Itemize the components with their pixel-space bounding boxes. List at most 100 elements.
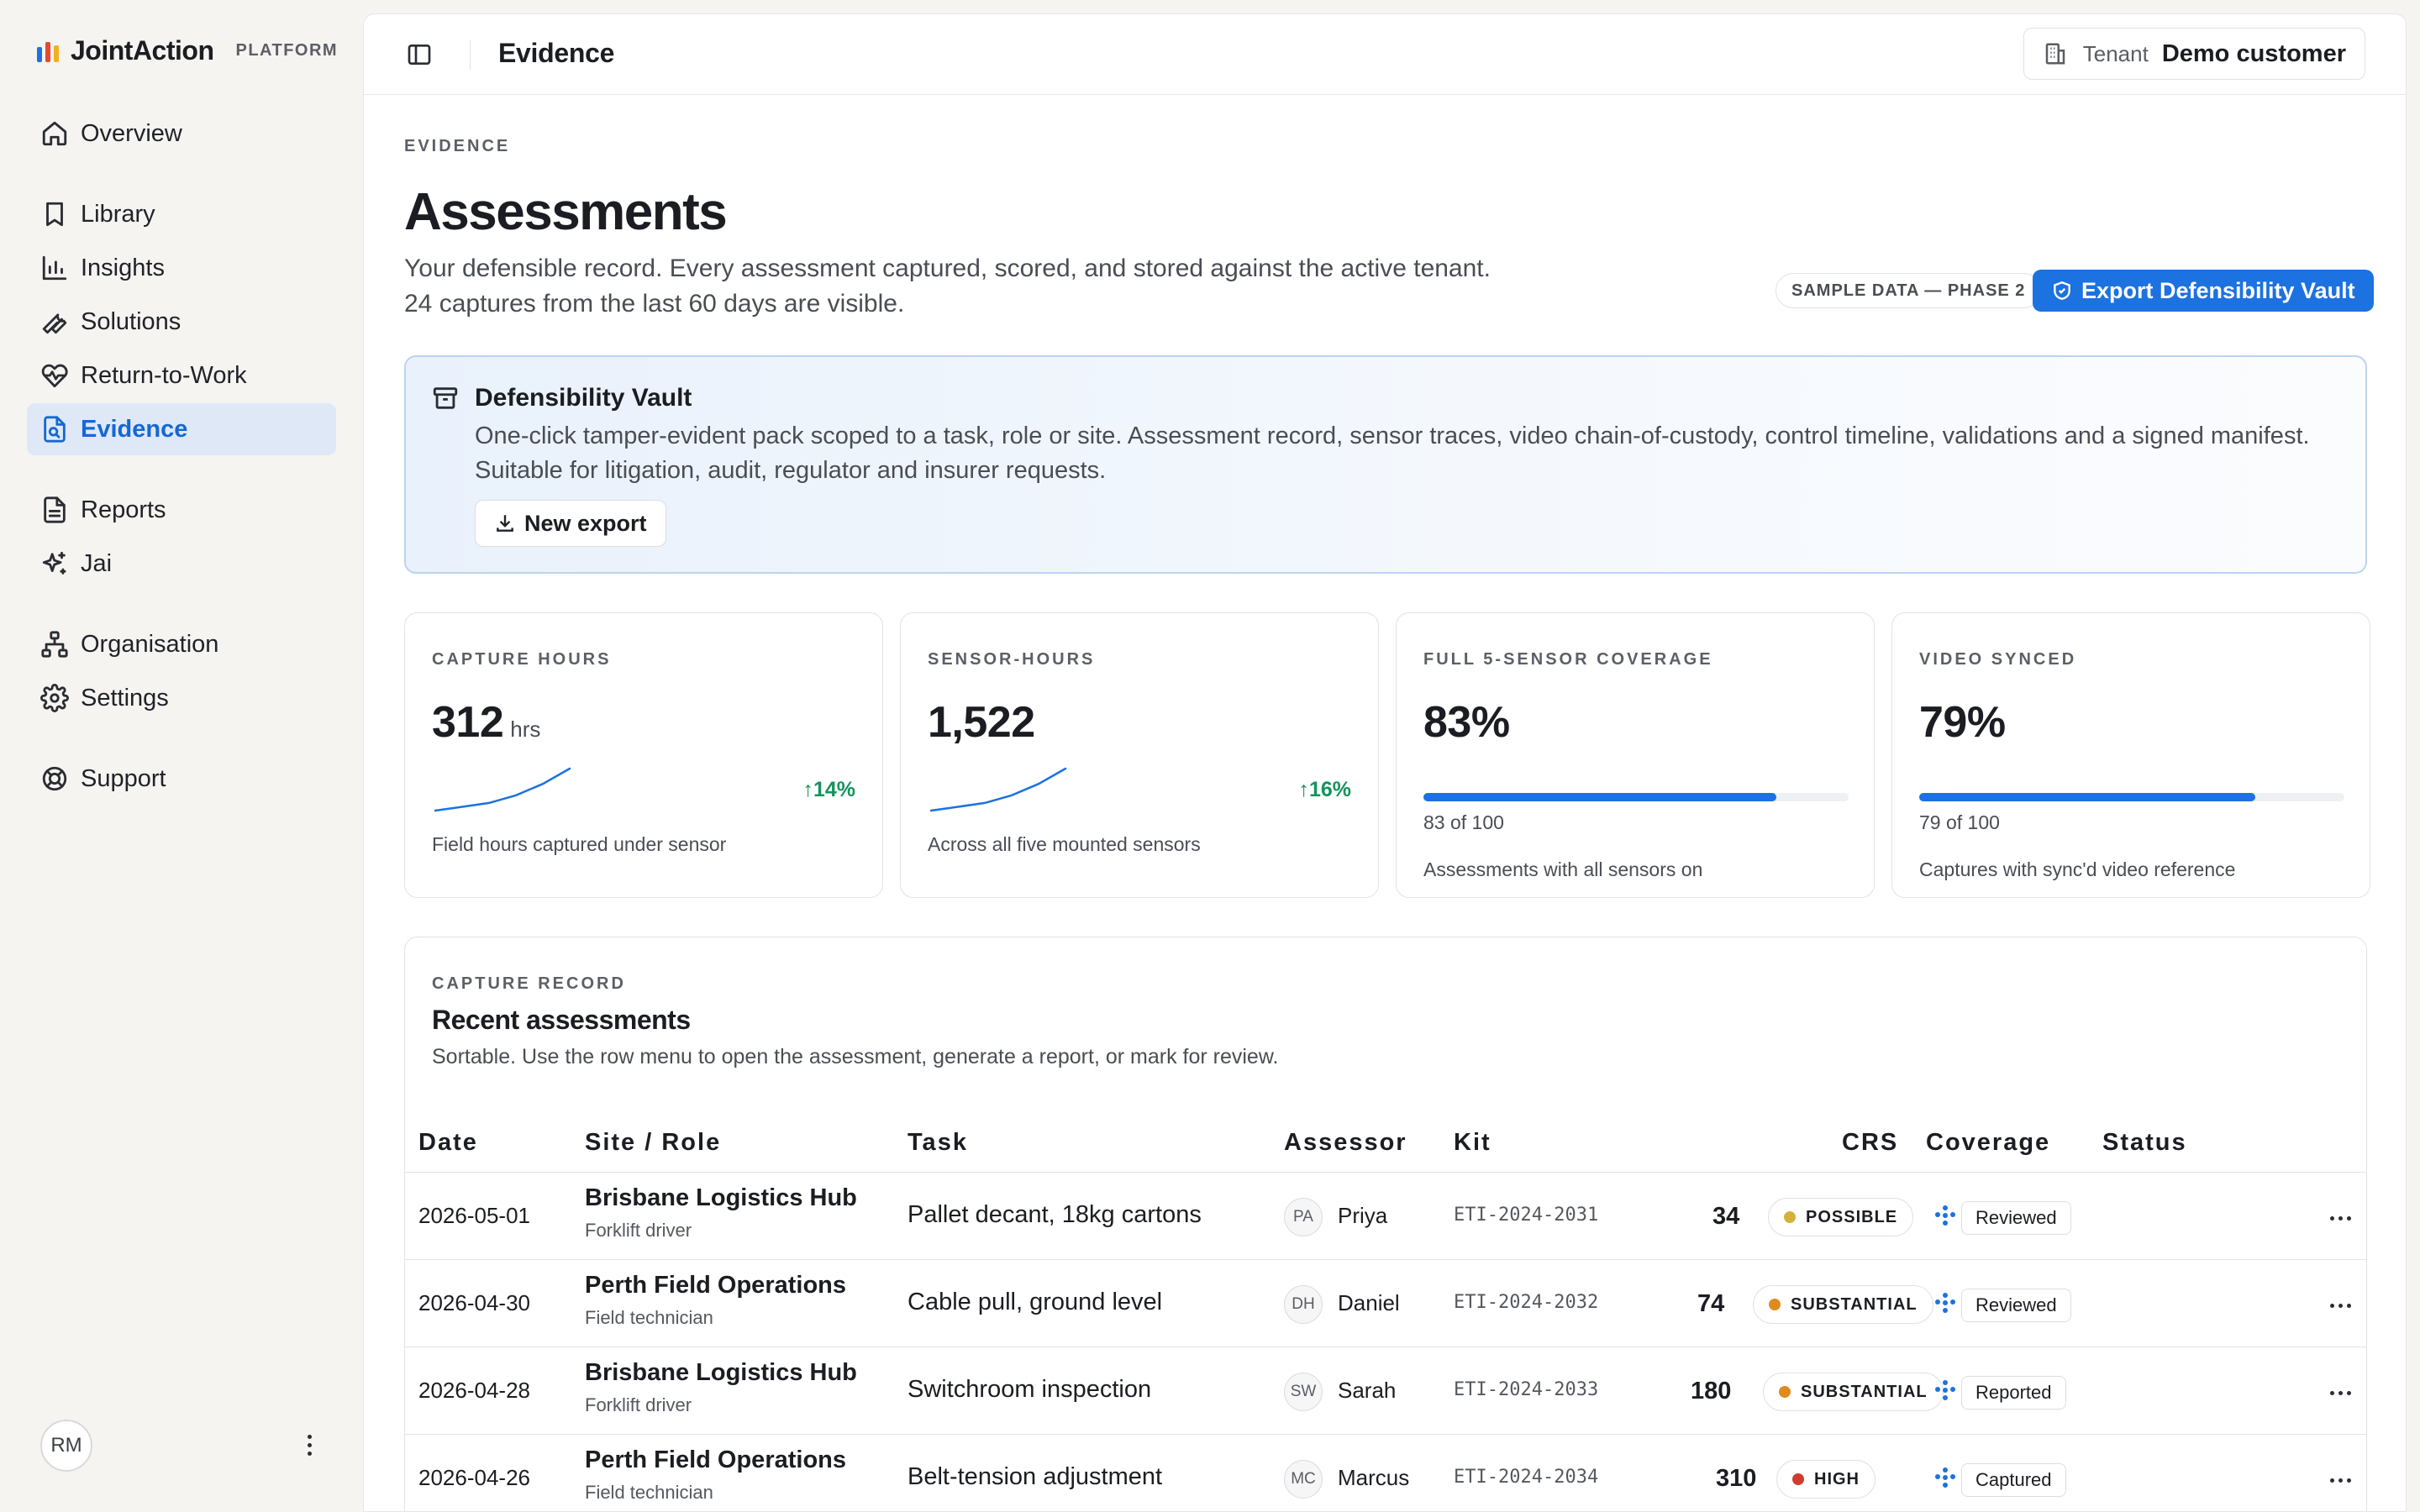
table-row[interactable]: 2026-04-26 Perth Field Operations Field te… bbox=[405, 1435, 2366, 1511]
avatar[interactable]: RM bbox=[40, 1420, 92, 1472]
row-menu-icon[interactable] bbox=[2326, 1472, 2354, 1488]
new-export-label: New export bbox=[524, 510, 647, 536]
column-header-date[interactable]: Date bbox=[418, 1129, 478, 1157]
nav-label: Return-to-Work bbox=[81, 361, 247, 389]
nav-item-overview[interactable]: Overview bbox=[27, 108, 336, 160]
brand[interactable]: JointAction PLATFORM bbox=[37, 35, 338, 66]
crs-score: 34 bbox=[1712, 1203, 1740, 1230]
nav-label: Library bbox=[81, 200, 155, 228]
nav-item-return-to-work[interactable]: Return-to-Work bbox=[27, 349, 336, 402]
nav-item-library[interactable]: Library bbox=[27, 188, 336, 240]
row-assessor: Priya bbox=[1338, 1203, 1388, 1228]
vault-description: One-click tamper-evident pack scoped to … bbox=[475, 423, 2310, 484]
row-site: Perth Field Operations bbox=[585, 1272, 846, 1299]
table-row[interactable]: 2026-04-28 Brisbane Logistics Hub Forklift… bbox=[405, 1347, 2366, 1435]
progress-count: 79 of 100 bbox=[1919, 811, 2000, 833]
sidebar: JointAction PLATFORM Overview Library In… bbox=[0, 0, 361, 1512]
sensor-coverage-icon bbox=[1931, 1201, 1960, 1230]
stat-card-capture-hours: CAPTURE HOURS 312 hrs ↑14% Field hours ca… bbox=[404, 612, 883, 898]
status-badge: Reviewed bbox=[1961, 1289, 2071, 1322]
row-assessor: Daniel bbox=[1338, 1290, 1400, 1315]
nav-item-solutions[interactable]: Solutions bbox=[27, 296, 336, 348]
tenant-switcher[interactable]: Tenant Demo customer bbox=[2023, 28, 2365, 80]
row-site: Brisbane Logistics Hub bbox=[585, 1184, 857, 1211]
nav-label: Solutions bbox=[81, 307, 182, 335]
coverage-progress-bar bbox=[1423, 793, 1849, 801]
shield-icon bbox=[2054, 281, 2070, 300]
bookmark-icon bbox=[46, 202, 63, 227]
nav-item-organisation[interactable]: Organisation bbox=[27, 618, 336, 670]
crs-cell: 310 HIGH bbox=[1716, 1460, 1901, 1499]
nav-label: Reports bbox=[81, 496, 166, 523]
record-description: Sortable. Use the row menu to open the a… bbox=[432, 1045, 1279, 1068]
video-progress-bar bbox=[1919, 793, 2344, 801]
stat-unit: hrs bbox=[510, 717, 541, 742]
column-header-site[interactable]: Site / Role bbox=[585, 1129, 721, 1157]
table-row[interactable]: 2026-05-01 Brisbane Logistics Hub Forklift… bbox=[405, 1173, 2366, 1260]
risk-badge: SUBSTANTIAL bbox=[1763, 1373, 1944, 1411]
topbar: Evidence Tenant Demo customer bbox=[364, 14, 2406, 95]
row-role: Field technician bbox=[585, 1307, 713, 1328]
row-assessor: Marcus bbox=[1338, 1465, 1410, 1490]
risk-label: HIGH bbox=[1814, 1469, 1860, 1488]
record-title: Recent assessments bbox=[432, 1005, 691, 1035]
crs-cell: 74 SUBSTANTIAL bbox=[1697, 1285, 1933, 1324]
defensibility-vault-panel: Defensibility Vault One-click tamper-evi… bbox=[404, 355, 2367, 574]
row-menu-icon[interactable] bbox=[2326, 1210, 2354, 1226]
sparkline bbox=[929, 767, 1067, 812]
column-header-assessor[interactable]: Assessor bbox=[1284, 1129, 1407, 1157]
trend-indicator: ↑16% bbox=[1298, 778, 1351, 801]
row-date: 2026-04-26 bbox=[418, 1465, 530, 1490]
nav-label: Evidence bbox=[81, 415, 188, 443]
nav-label: Jai bbox=[81, 549, 113, 577]
column-header-crs[interactable]: CRS bbox=[1842, 1129, 1898, 1157]
lifebuoy-icon bbox=[42, 766, 67, 791]
nav-item-insights[interactable]: Insights bbox=[27, 242, 336, 294]
sensor-coverage-icon bbox=[1931, 1463, 1960, 1492]
row-task: Cable pull, ground level bbox=[908, 1289, 1163, 1315]
nav-item-evidence[interactable]: Evidence bbox=[27, 403, 336, 455]
file-search-icon bbox=[44, 416, 66, 443]
divider bbox=[470, 39, 471, 70]
stat-value: 1,522 bbox=[928, 698, 1035, 747]
nav-item-reports[interactable]: Reports bbox=[27, 484, 336, 536]
vault-title: Defensibility Vault bbox=[475, 384, 692, 412]
nav-item-jai[interactable]: Jai bbox=[27, 538, 336, 590]
row-site: Brisbane Logistics Hub bbox=[585, 1359, 857, 1386]
stat-label: FULL 5-SENSOR COVERAGE bbox=[1423, 650, 1713, 669]
stat-caption: Captures with sync'd video reference bbox=[1919, 858, 2236, 880]
user-menu-icon[interactable] bbox=[299, 1428, 319, 1462]
main-panel: Evidence Tenant Demo customer EVIDENCE A… bbox=[363, 13, 2407, 1512]
bar-chart-icon bbox=[42, 255, 67, 281]
stat-value: 312 hrs bbox=[432, 697, 540, 748]
export-vault-button[interactable]: Export Defensibility Vault bbox=[2033, 270, 2374, 312]
row-menu-icon[interactable] bbox=[2326, 1384, 2354, 1401]
logo-icon bbox=[37, 40, 59, 62]
risk-label: POSSIBLE bbox=[1806, 1207, 1898, 1226]
brand-tag: PLATFORM bbox=[235, 41, 339, 60]
page-breadcrumb: Evidence bbox=[498, 38, 615, 68]
column-header-kit[interactable]: Kit bbox=[1454, 1129, 1491, 1157]
row-menu-icon[interactable] bbox=[2326, 1297, 2354, 1314]
trend-indicator: ↑14% bbox=[802, 778, 855, 801]
progress-fill bbox=[1919, 793, 2255, 801]
new-export-button[interactable]: New export bbox=[475, 500, 666, 547]
risk-dot bbox=[1769, 1299, 1781, 1310]
stat-label: VIDEO SYNCED bbox=[1919, 650, 2077, 669]
column-header-status[interactable]: Status bbox=[2102, 1129, 2187, 1157]
nav-item-support[interactable]: Support bbox=[27, 753, 336, 805]
table-header: Date Site / Role Task Assessor Kit CRS C… bbox=[405, 1122, 2366, 1173]
crs-score: 180 bbox=[1691, 1378, 1732, 1404]
column-header-coverage[interactable]: Coverage bbox=[1926, 1129, 2050, 1157]
crs-cell: 180 SUBSTANTIAL bbox=[1691, 1373, 1944, 1411]
table-row[interactable]: 2026-04-30 Perth Field Operations Field te… bbox=[405, 1260, 2366, 1347]
download-icon bbox=[497, 515, 513, 532]
nav-label: Insights bbox=[81, 254, 165, 281]
column-header-task[interactable]: Task bbox=[908, 1129, 968, 1157]
nav-item-settings[interactable]: Settings bbox=[27, 672, 336, 724]
row-task: Switchroom inspection bbox=[908, 1376, 1152, 1403]
nav-label: Organisation bbox=[81, 630, 219, 658]
gear-icon bbox=[40, 684, 69, 712]
assessor-avatar: SW bbox=[1284, 1373, 1323, 1411]
sidebar-toggle-icon[interactable] bbox=[406, 41, 433, 68]
